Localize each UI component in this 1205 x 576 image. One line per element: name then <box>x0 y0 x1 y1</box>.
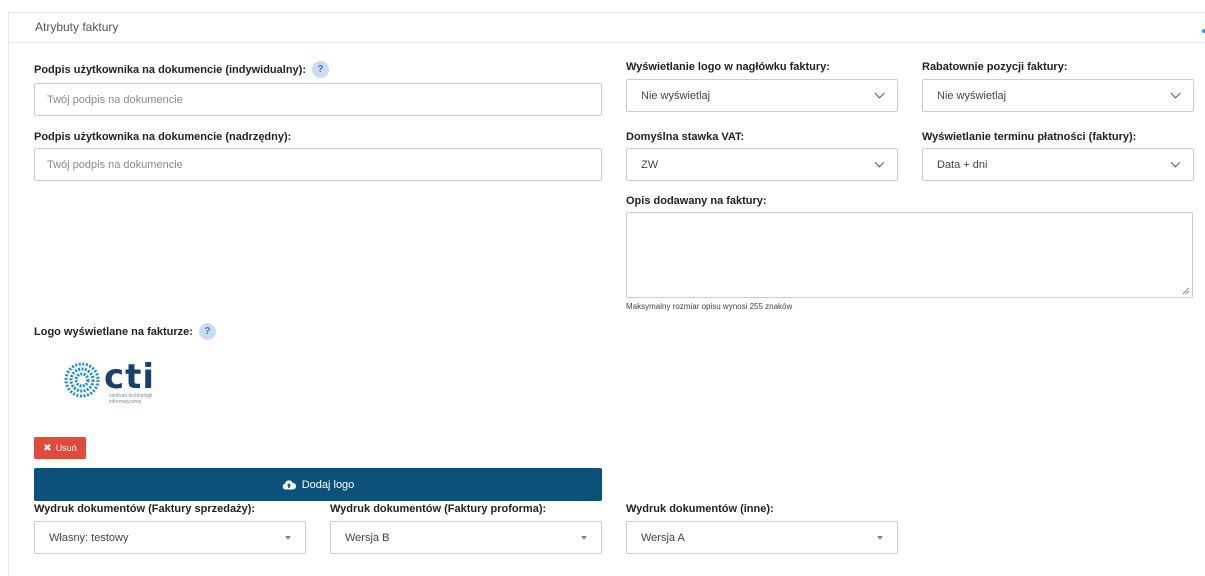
print-proforma-value: Wersja B <box>345 531 390 544</box>
signature-superior-label: Podpis użytkownika na dokumencie (nadrzę… <box>34 131 291 143</box>
discount-items-label: Rabatownie pozycji faktury: <box>922 61 1067 73</box>
print-sales-label-text: Wydruk dokumentów (Faktury sprzedaży): <box>34 503 256 515</box>
delete-logo-button[interactable]: ✖ Usuń <box>34 437 86 459</box>
caret-down-icon <box>285 535 291 540</box>
chevron-down-icon <box>1170 88 1181 99</box>
signature-superior-placeholder: Twój podpis na dokumencie <box>47 158 183 171</box>
default-vat-value: ZW <box>641 158 659 171</box>
logo-text: cti <box>104 357 156 397</box>
print-proforma-select[interactable]: Wersja B <box>330 521 602 554</box>
logo-label-text: Logo wyświetlane na fakturze: <box>34 325 193 338</box>
panel-header[interactable]: Atrybuty faktury <box>9 13 1205 43</box>
signature-individual-placeholder: Twój podpis na dokumencie <box>47 93 183 106</box>
chevron-down-icon <box>1170 157 1181 168</box>
caret-down-icon <box>581 535 587 540</box>
print-sales-value: Własny: testowy <box>49 531 129 544</box>
discount-items-select[interactable]: Nie wyświetlaj <box>922 79 1194 112</box>
logo-header-select[interactable]: Nie wyświetlaj <box>626 79 898 112</box>
signature-individual-label-text: Podpis użytkownika na dokumencie (indywi… <box>34 63 306 76</box>
payment-term-label-text: Wyświetlanie terminu płatności (faktury)… <box>922 131 1137 143</box>
logo-label: Logo wyświetlane na fakturze: ? <box>34 323 216 340</box>
print-other-label-text: Wydruk dokumentów (inne): <box>626 503 774 515</box>
payment-term-label: Wyświetlanie terminu płatności (faktury)… <box>922 131 1136 143</box>
help-icon[interactable]: ? <box>198 323 216 340</box>
add-logo-button[interactable]: Dodaj logo <box>34 468 602 501</box>
close-icon: ✖ <box>43 442 52 454</box>
logo-header-value: Nie wyświetlaj <box>641 89 711 102</box>
default-vat-label-text: Domyślna stawka VAT: <box>626 131 745 143</box>
chevron-down-icon <box>874 157 885 168</box>
signature-superior-label-text: Podpis użytkownika na dokumencie (nadrzę… <box>34 131 292 143</box>
caret-down-icon <box>877 535 883 540</box>
signature-individual-input[interactable]: Twój podpis na dokumencie <box>34 83 602 116</box>
description-label-text: Opis dodawany na faktury: <box>626 195 767 207</box>
payment-term-value: Data + dni <box>937 158 988 171</box>
logo-header-label: Wyświetlanie logo w nagłówku faktury: <box>626 61 830 73</box>
help-icon[interactable]: ? <box>311 61 329 78</box>
cloud-upload-icon <box>282 480 296 490</box>
print-sales-select[interactable]: Własny: testowy <box>34 521 306 554</box>
panel-title: Atrybuty faktury <box>35 20 119 34</box>
payment-term-select[interactable]: Data + dni <box>922 148 1194 181</box>
delete-logo-label: Usuń <box>55 443 77 453</box>
description-label: Opis dodawany na faktury: <box>626 195 767 207</box>
description-hint: Maksymalny rozmiar opisu wynosi 255 znak… <box>626 302 793 311</box>
resize-grip-icon[interactable] <box>1181 286 1190 295</box>
default-vat-label: Domyślna stawka VAT: <box>626 131 744 143</box>
print-other-label: Wydruk dokumentów (inne): <box>626 503 774 515</box>
discount-items-value: Nie wyświetlaj <box>937 89 1007 102</box>
add-logo-label: Dodaj logo <box>301 478 355 491</box>
print-proforma-label: Wydruk dokumentów (Faktury proforma): <box>330 503 546 515</box>
discount-items-label-text: Rabatownie pozycji faktury: <box>922 61 1068 73</box>
description-textarea[interactable] <box>626 212 1193 298</box>
chevron-down-icon <box>874 88 885 99</box>
default-vat-select[interactable]: ZW <box>626 148 898 181</box>
signature-individual-label: Podpis użytkownika na dokumencie (indywi… <box>34 61 329 78</box>
print-other-select[interactable]: Wersja A <box>626 521 898 554</box>
logo-header-label-text: Wyświetlanie logo w nagłówku faktury: <box>626 61 830 73</box>
company-logo: cti centrum technologii informatycznej <box>63 357 183 420</box>
logo-subtext: centrum technologii informatycznej <box>109 393 153 405</box>
print-proforma-label-text: Wydruk dokumentów (Faktury proforma): <box>330 503 547 515</box>
print-sales-label: Wydruk dokumentów (Faktury sprzedaży): <box>34 503 255 515</box>
signature-superior-input[interactable]: Twój podpis na dokumencie <box>34 148 602 181</box>
print-other-value: Wersja A <box>641 531 685 544</box>
